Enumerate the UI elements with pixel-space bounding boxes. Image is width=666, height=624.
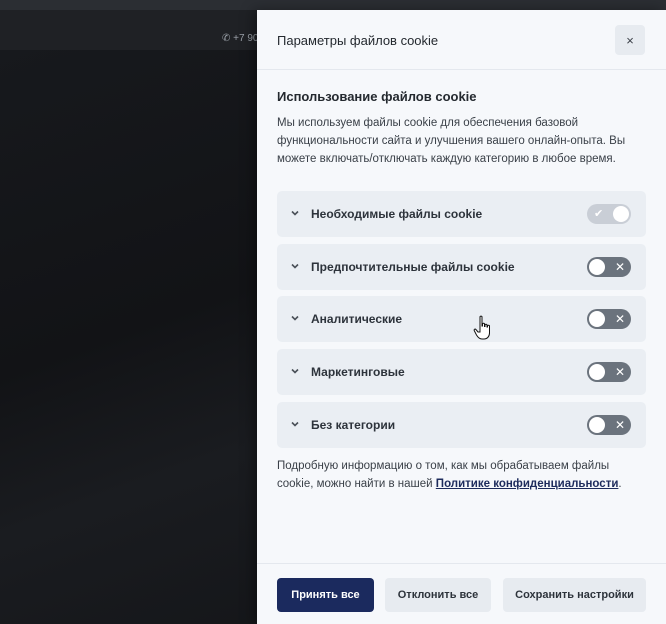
category-toggle: ✔ [587,204,631,224]
save-settings-button[interactable]: Сохранить настройки [503,578,646,612]
cross-icon: ✕ [615,312,626,326]
privacy-note: Подробную информацию о том, как мы обраб… [277,460,622,490]
panel-title: Параметры файлов cookie [277,33,439,48]
reject-all-button[interactable]: Отклонить все [385,578,491,612]
hand-cursor-icon [473,315,490,340]
cookie-category[interactable]: Маркетинговые ✕ [277,349,646,395]
toggle-knob [613,206,629,222]
chevron-down-icon [291,368,299,374]
category-label: Необходимые файлы cookie [311,207,483,221]
category-label: Без категории [311,418,396,432]
close-button[interactable]: × [615,25,645,55]
category-toggle[interactable]: ✕ [587,415,631,435]
section-title: Использование файлов cookie [277,89,477,104]
cookie-category[interactable]: Без категории ✕ [277,402,646,448]
check-icon: ✔ [594,208,604,220]
cookie-category[interactable]: Необходимые файлы cookie ✔ [277,191,646,237]
browser-topbar [0,0,666,10]
category-label: Предпочтительные файлы cookie [311,260,515,274]
cross-icon: ✕ [615,418,626,432]
category-label: Аналитические [311,312,403,326]
cookie-category[interactable]: Аналитические ✕ [277,296,646,342]
phone-number[interactable]: ✆ +7 90 [222,33,258,44]
panel-header: Параметры файлов cookie × [257,10,666,70]
chevron-down-icon [291,421,299,427]
toggle-knob [589,417,605,433]
cross-icon: ✕ [615,365,626,379]
toggle-knob [589,259,605,275]
chevron-down-icon [291,263,299,269]
category-toggle[interactable]: ✕ [587,257,631,277]
toggle-knob [589,364,605,380]
panel-footer: Принять все Отклонить все Сохранить наст… [257,563,666,624]
cross-icon: ✕ [615,260,626,274]
chevron-down-icon [291,210,299,216]
category-label: Маркетинговые [311,365,405,379]
accept-all-button[interactable]: Принять все [277,578,374,612]
phone-icon: ✆ [222,33,231,44]
cookie-preferences-panel: Параметры файлов cookie × Использование … [257,10,666,624]
category-toggle[interactable]: ✕ [587,362,631,382]
cookie-category[interactable]: Предпочтительные файлы cookie ✕ [277,244,646,290]
toggle-knob [589,311,605,327]
category-toggle[interactable]: ✕ [587,309,631,329]
close-icon: × [626,32,634,48]
chevron-down-icon [291,315,299,321]
section-description: Мы используем файлы cookie для обеспечен… [277,117,626,165]
privacy-policy-link[interactable]: Политике конфиденциальности [436,478,619,490]
